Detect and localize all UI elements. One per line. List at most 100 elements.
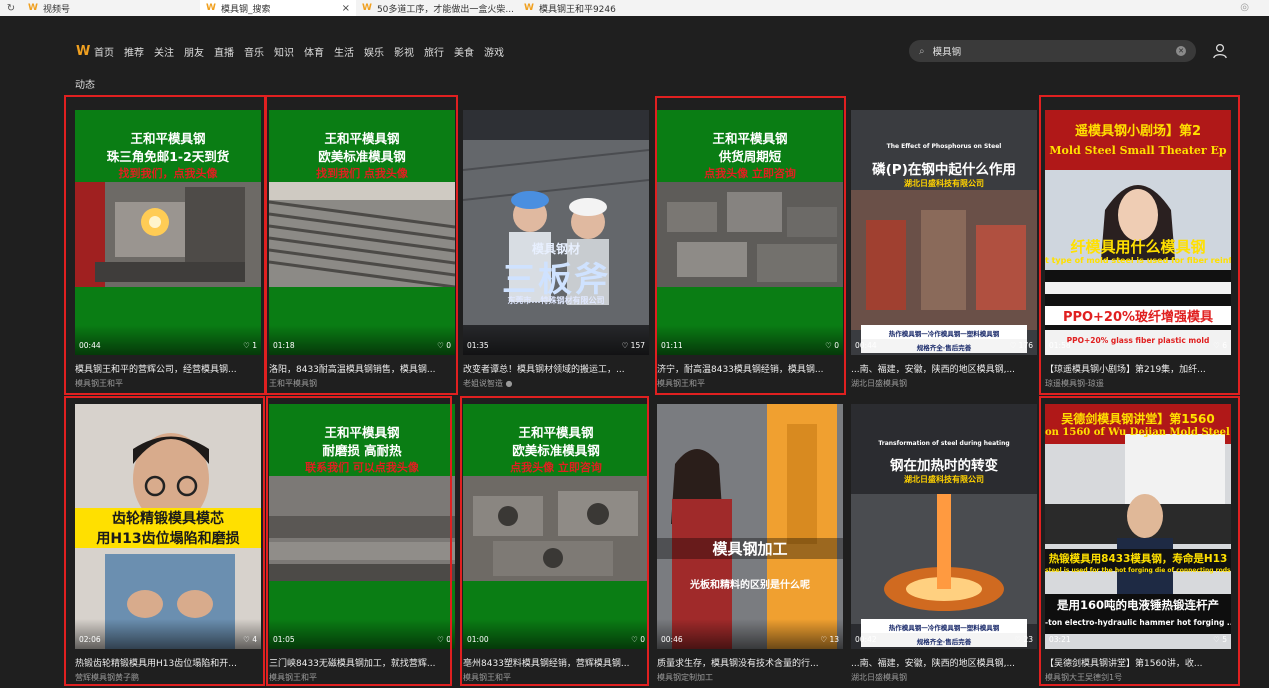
close-tab-icon[interactable]: ×: [342, 3, 350, 14]
duration-label: 03:21: [1049, 635, 1071, 644]
video-author[interactable]: 营辉模具钢黄子鹏: [75, 672, 261, 683]
video-author[interactable]: 模具钢大王吴德剑1号: [1045, 672, 1231, 683]
tab-search-active[interactable]: W 模具钢_搜索 ×: [200, 0, 356, 16]
like-count[interactable]: ♡ 1: [243, 341, 257, 350]
nav-item-music[interactable]: 音乐: [244, 44, 264, 59]
promo-line-2: 珠三角免邮1-2天到货: [106, 149, 230, 164]
video-title[interactable]: 三门峡8433无磁模具钢加工，就找营辉...: [269, 656, 455, 669]
tab-matches-video[interactable]: W 50多道工序，才能做出一盒火柴...: [356, 0, 518, 16]
like-count[interactable]: ♡ 0: [631, 635, 645, 644]
nav-item-travel[interactable]: 旅行: [424, 44, 444, 59]
nav-item-entertainment[interactable]: 娱乐: [364, 44, 384, 59]
duration-label: 00:44: [855, 341, 877, 350]
like-count[interactable]: ♡ 5: [1213, 635, 1227, 644]
nav-item-recommend[interactable]: 推荐: [124, 44, 144, 59]
video-title[interactable]: 质量求生存，模具钢没有技术含量的行...: [657, 656, 843, 669]
video-thumbnail[interactable]: 王和平模具钢 欧美标准模具钢 点我头像 立即咨询 01:00 ♡ 0: [463, 404, 649, 649]
thumb-bot-cn: PPO+20%玻纤增强模具: [1045, 306, 1231, 325]
video-thumbnail[interactable]: The Effect of Phosphorus on Steel 磷(P)在钢…: [851, 110, 1037, 355]
video-thumbnail[interactable]: 吴德剑模具钢讲堂】第1560 on 1560 of Wu Dejian Mold…: [1045, 404, 1231, 649]
workshop-photo: [657, 404, 843, 649]
video-thumbnail[interactable]: 王和平模具钢 耐磨损 高耐热 联系我们 可以点我头像 01:05 ♡ 0: [269, 404, 455, 649]
video-author[interactable]: 模具钢定制加工: [657, 672, 843, 683]
video-thumbnail[interactable]: 王和平模具钢 欧美标准模具钢 找到我们 点我头像 01:18 ♡ 0: [269, 110, 455, 355]
search-query: 模具钢: [932, 47, 962, 58]
video-title[interactable]: 改变者谭总！模具钢材领域的搬运工，...: [463, 362, 649, 375]
video-title[interactable]: ...南、福建，安徽，陕西的地区模具钢,...: [851, 656, 1037, 669]
thumb-caption: 磷(P)在钢中起什么作用: [872, 162, 1016, 178]
nav-item-home[interactable]: 首页: [94, 44, 114, 59]
video-title[interactable]: ...南、福建，安徽，陕西的地区模具钢,...: [851, 362, 1037, 375]
nav-item-sports[interactable]: 体育: [304, 44, 324, 59]
browser-tab-bar: ↻ W 视频号 W 模具钢_搜索 × W 50多道工序，才能做出一盒火柴... …: [0, 0, 1269, 16]
like-count[interactable]: ♡ 0: [437, 341, 451, 350]
promo-cta: 点我头像 立即咨询: [510, 461, 602, 474]
video-title[interactable]: 模具钢王和平的营辉公司，经营模具钢...: [75, 362, 261, 375]
video-author[interactable]: 模具钢王和平: [269, 672, 455, 683]
video-author[interactable]: 湖北日盛模具钢: [851, 378, 1037, 389]
nav-item-games[interactable]: 游戏: [484, 44, 504, 59]
cut-parts-photo: [463, 476, 649, 581]
video-title[interactable]: 【琼遥模具钢小剧场】第219集，加纤...: [1045, 362, 1231, 375]
like-count[interactable]: ♡ 6: [1213, 341, 1227, 350]
warehouse-photo: [463, 110, 649, 355]
video-author[interactable]: 王和平模具钢: [269, 378, 455, 389]
nav-item-friends[interactable]: 朋友: [184, 44, 204, 59]
nav-item-food[interactable]: 美食: [454, 44, 474, 59]
video-title[interactable]: 热锻齿轮精锻模具用H13齿位塌陷和开...: [75, 656, 261, 669]
like-count[interactable]: ♡ 176: [1010, 341, 1033, 350]
channels-icon: W: [524, 3, 534, 13]
user-icon[interactable]: [1212, 43, 1228, 59]
thumb-mid-en: t type of mold steel is used for fiber r…: [1045, 256, 1231, 265]
video-thumbnail[interactable]: Transformation of steel during heating 钢…: [851, 404, 1037, 649]
video-author[interactable]: 模具钢王和平: [463, 672, 649, 683]
video-author[interactable]: 湖北日盛模具钢: [851, 672, 1037, 683]
thumb-company: 湖北日盛科技有限公司: [904, 475, 984, 484]
video-title[interactable]: 【吴德剑模具钢讲堂】第1560讲，收...: [1045, 656, 1231, 669]
duration-label: 01:05: [273, 635, 295, 644]
video-author[interactable]: 老姐说智造 ●: [463, 378, 649, 389]
like-count[interactable]: ♡ 0: [437, 635, 451, 644]
steel-bars-photo: [269, 182, 455, 287]
tab-shipinhao[interactable]: W 视频号: [22, 0, 200, 16]
promo-cta: 找到我们，点我头像: [118, 167, 218, 180]
promo-line-1: 王和平模具钢: [518, 425, 594, 440]
like-count[interactable]: ♡ 157: [622, 341, 645, 350]
video-author[interactable]: 模具钢王和平: [657, 378, 843, 389]
globe-icon[interactable]: ◎: [1240, 2, 1249, 13]
tab-author-profile[interactable]: W 模具钢王和平9246: [518, 0, 648, 16]
video-author[interactable]: 琼遥模具钢-琼遥: [1045, 378, 1231, 389]
channels-logo-icon[interactable]: W: [76, 44, 90, 59]
duration-label: 00:44: [79, 341, 101, 350]
video-author[interactable]: 模具钢王和平: [75, 378, 261, 389]
nav-item-live[interactable]: 直播: [214, 44, 234, 59]
thumb-bot-cn: 是用160吨的电液锤热锻连杆产: [1056, 598, 1219, 612]
nav-item-life[interactable]: 生活: [334, 44, 354, 59]
video-title[interactable]: 济宁，耐高温8433模具钢经销，模具钢...: [657, 362, 843, 375]
video-title[interactable]: 亳州8433塑料模具钢经销，营辉模具钢...: [463, 656, 649, 669]
nav-item-movies[interactable]: 影视: [394, 44, 414, 59]
duration-label: 00:42: [855, 635, 877, 644]
video-thumbnail[interactable]: 模具钢加工 光板和精料的区别是什么呢 00:46 ♡ 13: [657, 404, 843, 649]
nav-item-knowledge[interactable]: 知识: [274, 44, 294, 59]
section-title-feed: 动态: [75, 80, 95, 91]
thumb-company: 东莞市...特殊钢材有限公司: [507, 296, 605, 305]
video-thumbnail[interactable]: 模具钢材 三板斧 东莞市...特殊钢材有限公司 01:35 ♡ 157: [463, 110, 649, 355]
tab-label: 模具钢_搜索: [220, 4, 271, 15]
like-count[interactable]: ♡ 0: [825, 341, 839, 350]
channels-icon: W: [362, 3, 372, 13]
refresh-icon[interactable]: ↻: [0, 3, 22, 14]
video-thumbnail[interactable]: 齿轮精锻模具模芯 用H13齿位塌陷和磨损 02:06 ♡ 4: [75, 404, 261, 649]
video-thumbnail[interactable]: 王和平模具钢 供货周期短 点我头像 立即咨询 01:11 ♡ 0: [657, 110, 843, 355]
like-count[interactable]: ♡ 4: [243, 635, 257, 644]
like-count[interactable]: ♡ 13: [820, 635, 839, 644]
clear-search-icon[interactable]: ✕: [1176, 46, 1186, 56]
thumb-company: 湖北日盛科技有限公司: [904, 179, 984, 188]
search-input[interactable]: ⌕ 模具钢 ✕: [909, 40, 1196, 62]
video-thumbnail[interactable]: 遥模具钢小剧场】第2 Mold Steel Small Theater Ep 纤…: [1045, 110, 1231, 355]
nav-item-follow[interactable]: 关注: [154, 44, 174, 59]
video-thumbnail[interactable]: 王和平模具钢 珠三角免邮1-2天到货 找到我们，点我头像 00:44 ♡ 1: [75, 110, 261, 355]
promo-line-1: 王和平模具钢: [130, 131, 206, 146]
like-count[interactable]: ♡ 23: [1014, 635, 1033, 644]
video-title[interactable]: 洛阳，8433耐高温模具钢销售，模具钢...: [269, 362, 455, 375]
